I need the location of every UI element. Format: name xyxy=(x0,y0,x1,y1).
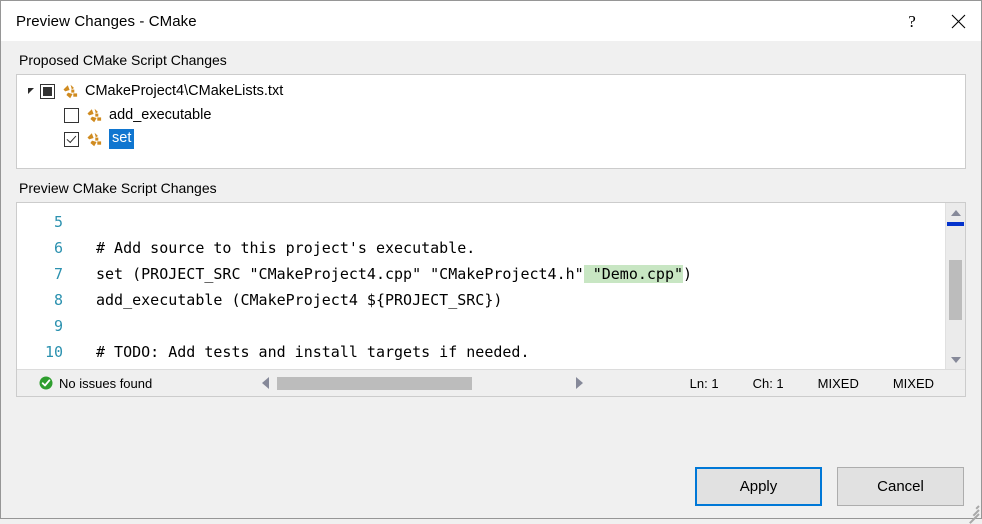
issues-status: No issues found xyxy=(39,376,152,391)
tree-item-label: add_executable xyxy=(109,107,211,124)
tree-checkbox[interactable] xyxy=(40,84,55,99)
code-line: 10 # TODO: Add tests and install targets… xyxy=(17,339,945,365)
title-bar: Preview Changes - CMake ? xyxy=(1,1,981,41)
line-indicator: Ln: 1 xyxy=(673,376,736,391)
line-number: 7 xyxy=(17,265,69,283)
line-number: 10 xyxy=(17,343,69,361)
line-text-pre: # TODO: Add tests and install targets if… xyxy=(96,343,529,361)
dialog-footer: Apply Cancel xyxy=(1,454,981,518)
help-button[interactable]: ? xyxy=(889,1,935,41)
tree-checkbox[interactable] xyxy=(64,132,79,147)
code-editor[interactable]: 5 6 # Add source to this project's execu… xyxy=(17,203,965,369)
cmake-script-icon xyxy=(62,83,79,100)
preview-changes-dialog: Preview Changes - CMake ? Proposed CMake… xyxy=(0,0,982,519)
change-marker xyxy=(947,222,964,226)
window-title: Preview Changes - CMake xyxy=(16,13,197,30)
vertical-scrollbar[interactable] xyxy=(945,203,965,369)
code-line: 7 set (PROJECT_SRC "CMakeProject4.cpp" "… xyxy=(17,261,945,287)
proposed-changes-tree[interactable]: CMakeProject4\CMakeLists.txt add_executa… xyxy=(16,74,966,169)
line-number: 5 xyxy=(17,213,69,231)
chevron-right-icon[interactable] xyxy=(576,377,590,389)
scroll-up-button[interactable] xyxy=(946,203,965,222)
line-text-added: "Demo.cpp" xyxy=(584,265,683,283)
resize-grip[interactable] xyxy=(964,501,979,516)
check-circle-icon xyxy=(39,376,53,390)
dialog-body: Proposed CMake Script Changes CMakeProje… xyxy=(1,41,981,454)
issues-status-text: No issues found xyxy=(59,376,152,391)
scroll-down-button[interactable] xyxy=(946,350,965,369)
line-text-post: ) xyxy=(683,265,692,283)
line-endings-indicator: MIXED xyxy=(876,376,951,391)
apply-button[interactable]: Apply xyxy=(695,467,822,506)
cancel-button[interactable]: Cancel xyxy=(837,467,964,506)
line-number: 8 xyxy=(17,291,69,309)
tree-row[interactable]: add_executable xyxy=(17,103,965,127)
column-indicator: Ch: 1 xyxy=(736,376,801,391)
preview-changes-label: Preview CMake Script Changes xyxy=(16,169,966,202)
cmake-script-icon xyxy=(86,131,103,148)
line-text: # Add source to this project's executabl… xyxy=(69,239,475,257)
tree-row[interactable]: set xyxy=(17,127,965,151)
title-bar-buttons: ? xyxy=(889,1,981,41)
line-number: 6 xyxy=(17,239,69,257)
line-text: add_executable (CMakeProject4 ${PROJECT_… xyxy=(69,291,502,309)
editor-status-bar: No issues found Ln: 1 Ch: 1 MIXED MIXED xyxy=(17,369,965,396)
cmake-script-icon xyxy=(86,107,103,124)
line-text-pre: # Add source to this project's executabl… xyxy=(96,239,475,257)
horizontal-scrollbar[interactable] xyxy=(255,370,590,396)
expander-collapse-icon[interactable] xyxy=(22,88,40,94)
tree-checkbox[interactable] xyxy=(64,108,79,123)
chevron-up-icon xyxy=(951,210,961,216)
code-line: 6 # Add source to this project's executa… xyxy=(17,235,945,261)
tree-item-label: CMakeProject4\CMakeLists.txt xyxy=(85,83,283,100)
vertical-scroll-track[interactable] xyxy=(946,222,965,350)
status-indicators: Ln: 1 Ch: 1 MIXED MIXED xyxy=(673,376,951,391)
horizontal-scroll-thumb[interactable] xyxy=(277,377,472,390)
code-line: 8 add_executable (CMakeProject4 ${PROJEC… xyxy=(17,287,945,313)
chevron-left-icon[interactable] xyxy=(255,377,269,389)
line-text: # TODO: Add tests and install targets if… xyxy=(69,343,529,361)
line-text-pre: set (PROJECT_SRC "CMakeProject4.cpp" "CM… xyxy=(96,265,584,283)
code-line: 9 xyxy=(17,313,945,339)
encoding-indicator: MIXED xyxy=(801,376,876,391)
line-number: 9 xyxy=(17,317,69,335)
tree-item-label: set xyxy=(109,129,134,149)
tree-row[interactable]: CMakeProject4\CMakeLists.txt xyxy=(17,79,965,103)
question-mark-icon: ? xyxy=(908,13,916,30)
line-text-pre: add_executable (CMakeProject4 ${PROJECT_… xyxy=(96,291,502,309)
code-line: 11 xyxy=(17,365,945,369)
chevron-down-icon xyxy=(951,357,961,363)
proposed-changes-label: Proposed CMake Script Changes xyxy=(16,41,966,74)
close-icon xyxy=(951,14,966,29)
vertical-scroll-thumb[interactable] xyxy=(949,260,962,320)
horizontal-scroll-track[interactable] xyxy=(277,377,568,390)
code-preview-panel: 5 6 # Add source to this project's execu… xyxy=(16,202,966,397)
line-text: set (PROJECT_SRC "CMakeProject4.cpp" "CM… xyxy=(69,265,692,283)
close-button[interactable] xyxy=(935,1,981,41)
code-lines[interactable]: 5 6 # Add source to this project's execu… xyxy=(17,203,945,369)
code-line: 5 xyxy=(17,209,945,235)
